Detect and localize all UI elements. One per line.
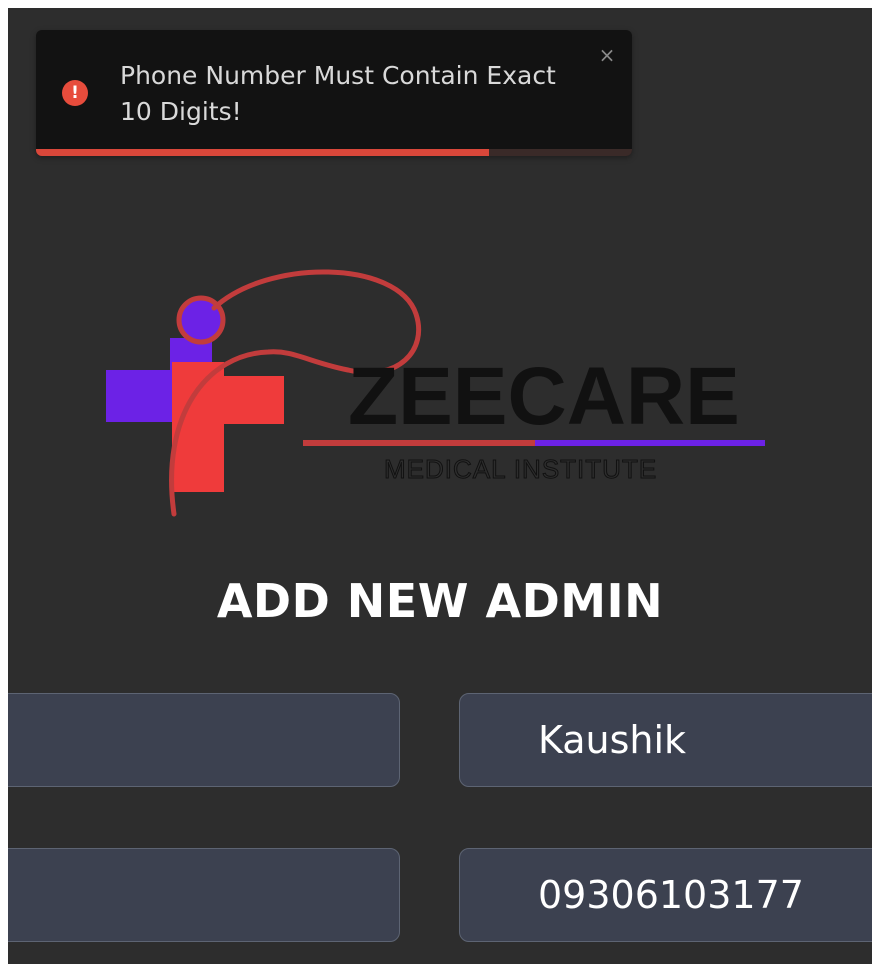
last-name-input[interactable] — [459, 693, 872, 787]
toast-progress-bar — [36, 149, 489, 156]
error-icon: ! — [62, 80, 88, 106]
phone-input[interactable] — [459, 848, 872, 942]
admin-form-panel: ! Phone Number Must Contain Exact 10 Dig… — [8, 8, 872, 964]
first-name-input[interactable] — [8, 693, 400, 787]
logo-underline-red — [303, 440, 535, 446]
toast-message: Phone Number Must Contain Exact 10 Digit… — [120, 61, 556, 126]
logo-brand-name: ZEECARE — [348, 351, 740, 442]
close-icon[interactable]: × — [596, 44, 618, 66]
logo-underline-purple — [535, 440, 765, 446]
zeecare-logo: ZEECARE MEDICAL INSTITUTE — [106, 269, 765, 517]
email-input[interactable] — [8, 848, 400, 942]
toast-progress-track — [36, 149, 632, 156]
error-toast: ! Phone Number Must Contain Exact 10 Dig… — [36, 30, 632, 156]
page-title: ADD NEW ADMIN — [216, 574, 664, 628]
logo-tagline: MEDICAL INSTITUTE — [384, 454, 657, 484]
